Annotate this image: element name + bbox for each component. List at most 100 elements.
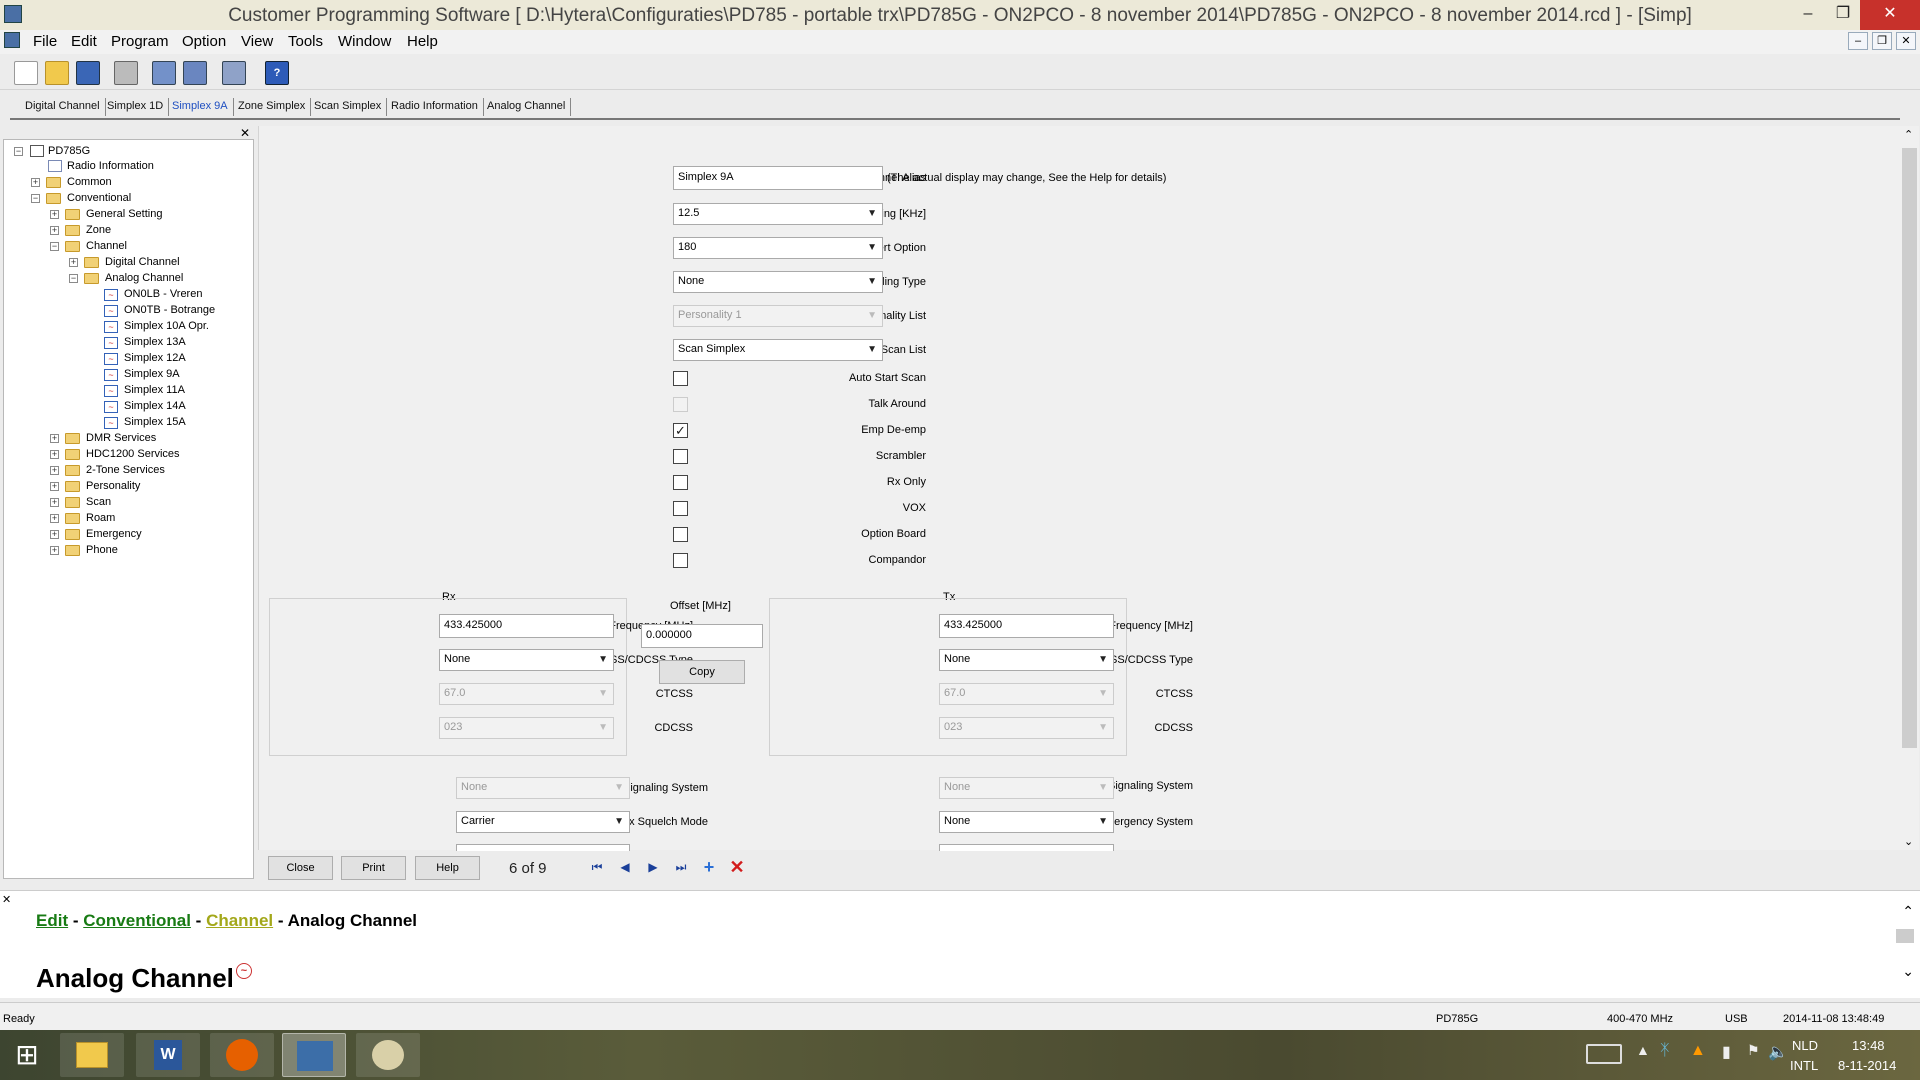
- collapse-icon[interactable]: −: [14, 147, 23, 156]
- tree-item-common[interactable]: Common: [67, 175, 112, 190]
- radio-settings-icon[interactable]: [222, 61, 246, 85]
- tree-item-analog-channel[interactable]: Analog Channel: [105, 271, 183, 286]
- tab-simplex-9a[interactable]: Simplex 9A: [167, 98, 234, 116]
- tree-channel-item[interactable]: ON0TB - Botrange: [124, 303, 215, 318]
- firefox-icon[interactable]: [210, 1033, 274, 1077]
- first-record-icon[interactable]: ⏮: [586, 855, 608, 879]
- option-board-checkbox[interactable]: [673, 527, 688, 542]
- write-radio-icon[interactable]: [183, 61, 207, 85]
- keyboard-icon[interactable]: [1586, 1044, 1622, 1064]
- form-scrollbar[interactable]: ⌃ ⌄: [1900, 126, 1919, 850]
- tx-ctcss-type-select[interactable]: None ▼: [939, 649, 1114, 671]
- clock-date[interactable]: 8-11-2014: [1838, 1058, 1896, 1073]
- keyboard-layout-indicator[interactable]: INTL: [1790, 1058, 1818, 1073]
- vox-checkbox[interactable]: [673, 501, 688, 516]
- tree-item-dmr-services[interactable]: DMR Services: [86, 431, 156, 446]
- scroll-down-icon[interactable]: ⌄: [1904, 835, 1913, 848]
- close-window-button[interactable]: ✕: [1860, 0, 1920, 30]
- tree-item-hdc1200-services[interactable]: HDC1200 Services: [86, 447, 180, 462]
- expand-icon[interactable]: +: [50, 226, 59, 235]
- expand-icon[interactable]: +: [50, 466, 59, 475]
- channel-spacing-select[interactable]: 12.5 ▼: [673, 203, 883, 225]
- ctcss-tail-select[interactable]: 180 ▼: [673, 237, 883, 259]
- compandor-checkbox[interactable]: [673, 553, 688, 568]
- menu-tools[interactable]: Tools: [288, 33, 323, 50]
- mdi-restore-button[interactable]: ❐: [1872, 32, 1892, 50]
- help-link-channel[interactable]: Channel: [206, 911, 273, 930]
- volume-icon[interactable]: 🔈: [1768, 1042, 1788, 1062]
- tree-item-phone[interactable]: Phone: [86, 543, 118, 558]
- expand-icon[interactable]: +: [69, 258, 78, 267]
- tree-item-channel[interactable]: Channel: [86, 239, 127, 254]
- expand-icon[interactable]: +: [50, 482, 59, 491]
- scroll-thumb[interactable]: [1902, 148, 1917, 748]
- transmit-frequency-input[interactable]: 433.425000: [939, 614, 1114, 638]
- previous-record-icon[interactable]: ◀: [614, 855, 636, 879]
- emergency-system-select[interactable]: None ▼: [939, 811, 1114, 833]
- help-scroll-up-icon[interactable]: ⌃: [1902, 903, 1914, 920]
- network-device-icon[interactable]: ᛡ: [1660, 1042, 1670, 1060]
- scroll-up-icon[interactable]: ⌃: [1904, 128, 1913, 141]
- tree-item-digital-channel[interactable]: Digital Channel: [105, 255, 180, 270]
- tree-item-zone[interactable]: Zone: [86, 223, 111, 238]
- menu-option[interactable]: Option: [182, 33, 226, 50]
- menu-program[interactable]: Program: [111, 33, 169, 50]
- help-icon[interactable]: ?: [265, 61, 289, 85]
- tree-channel-item[interactable]: Simplex 11A: [124, 383, 185, 398]
- tab-digital-channel[interactable]: Digital Channel: [20, 98, 106, 116]
- offset-input[interactable]: 0.000000: [641, 624, 763, 648]
- menu-edit[interactable]: Edit: [71, 33, 97, 50]
- clock-time[interactable]: 13:48: [1852, 1038, 1885, 1053]
- print-icon[interactable]: [114, 61, 138, 85]
- delete-record-icon[interactable]: ✕: [726, 855, 748, 879]
- channel-alias-input[interactable]: Simplex 9A: [673, 166, 883, 190]
- flag-icon[interactable]: ⚑: [1747, 1042, 1760, 1059]
- tree-item-emergency[interactable]: Emergency: [86, 527, 142, 542]
- rx-only-checkbox[interactable]: [673, 475, 688, 490]
- scrambler-checkbox[interactable]: [673, 449, 688, 464]
- expand-icon[interactable]: +: [50, 434, 59, 443]
- tree-item-general-setting[interactable]: General Setting: [86, 207, 162, 222]
- help-link-conventional[interactable]: Conventional: [83, 911, 191, 930]
- tab-zone-simplex[interactable]: Zone Simplex: [233, 98, 312, 116]
- paint-icon[interactable]: [356, 1033, 420, 1077]
- help-close-icon[interactable]: ✕: [2, 893, 11, 906]
- next-record-icon[interactable]: ▶: [642, 855, 664, 879]
- show-hidden-icons-icon[interactable]: ▲: [1636, 1042, 1650, 1058]
- tree-channel-item[interactable]: Simplex 13A: [124, 335, 186, 350]
- project-tree[interactable]: − PD785G Radio Information + Common − Co…: [3, 139, 254, 879]
- emp-de-emp-checkbox[interactable]: ✓: [673, 423, 688, 438]
- new-file-icon[interactable]: [14, 61, 38, 85]
- tree-item-scan[interactable]: Scan: [86, 495, 111, 510]
- expand-icon[interactable]: +: [50, 514, 59, 523]
- read-radio-icon[interactable]: [152, 61, 176, 85]
- last-record-icon[interactable]: ⏭: [670, 855, 692, 879]
- expand-icon[interactable]: +: [31, 178, 40, 187]
- signal-icon[interactable]: ▮: [1722, 1042, 1731, 1062]
- doc-icon[interactable]: [4, 32, 20, 48]
- menu-help[interactable]: Help: [407, 33, 438, 50]
- menu-view[interactable]: View: [241, 33, 273, 50]
- expand-icon[interactable]: +: [50, 530, 59, 539]
- tree-channel-item[interactable]: Simplex 10A Opr.: [124, 319, 209, 334]
- save-icon[interactable]: [76, 61, 100, 85]
- expand-icon[interactable]: +: [50, 450, 59, 459]
- tree-root[interactable]: PD785G: [48, 144, 90, 159]
- tab-simplex-1d[interactable]: Simplex 1D: [102, 98, 170, 116]
- start-button-icon[interactable]: ⊞: [4, 1033, 50, 1077]
- tree-item-2-tone-services[interactable]: 2-Tone Services: [86, 463, 165, 478]
- next-row-select[interactable]: [456, 844, 630, 851]
- tab-radio-information[interactable]: Radio Information: [386, 98, 484, 116]
- mdi-minimize-button[interactable]: –: [1848, 32, 1868, 50]
- rx-squelch-mode-select[interactable]: Carrier ▼: [456, 811, 630, 833]
- next-row-select[interactable]: [939, 844, 1114, 851]
- help-scroll-thumb[interactable]: [1896, 929, 1914, 943]
- help-scroll-down-icon[interactable]: ⌄: [1902, 963, 1914, 980]
- tree-channel-item[interactable]: Simplex 15A: [124, 415, 186, 430]
- open-folder-icon[interactable]: [45, 61, 69, 85]
- notification-icon[interactable]: ▲: [1690, 1042, 1706, 1060]
- tree-item-radio-information[interactable]: Radio Information: [67, 159, 154, 174]
- rx-ctcss-type-select[interactable]: None ▼: [439, 649, 614, 671]
- help-button[interactable]: Help: [415, 856, 480, 880]
- copy-button[interactable]: Copy: [659, 660, 745, 684]
